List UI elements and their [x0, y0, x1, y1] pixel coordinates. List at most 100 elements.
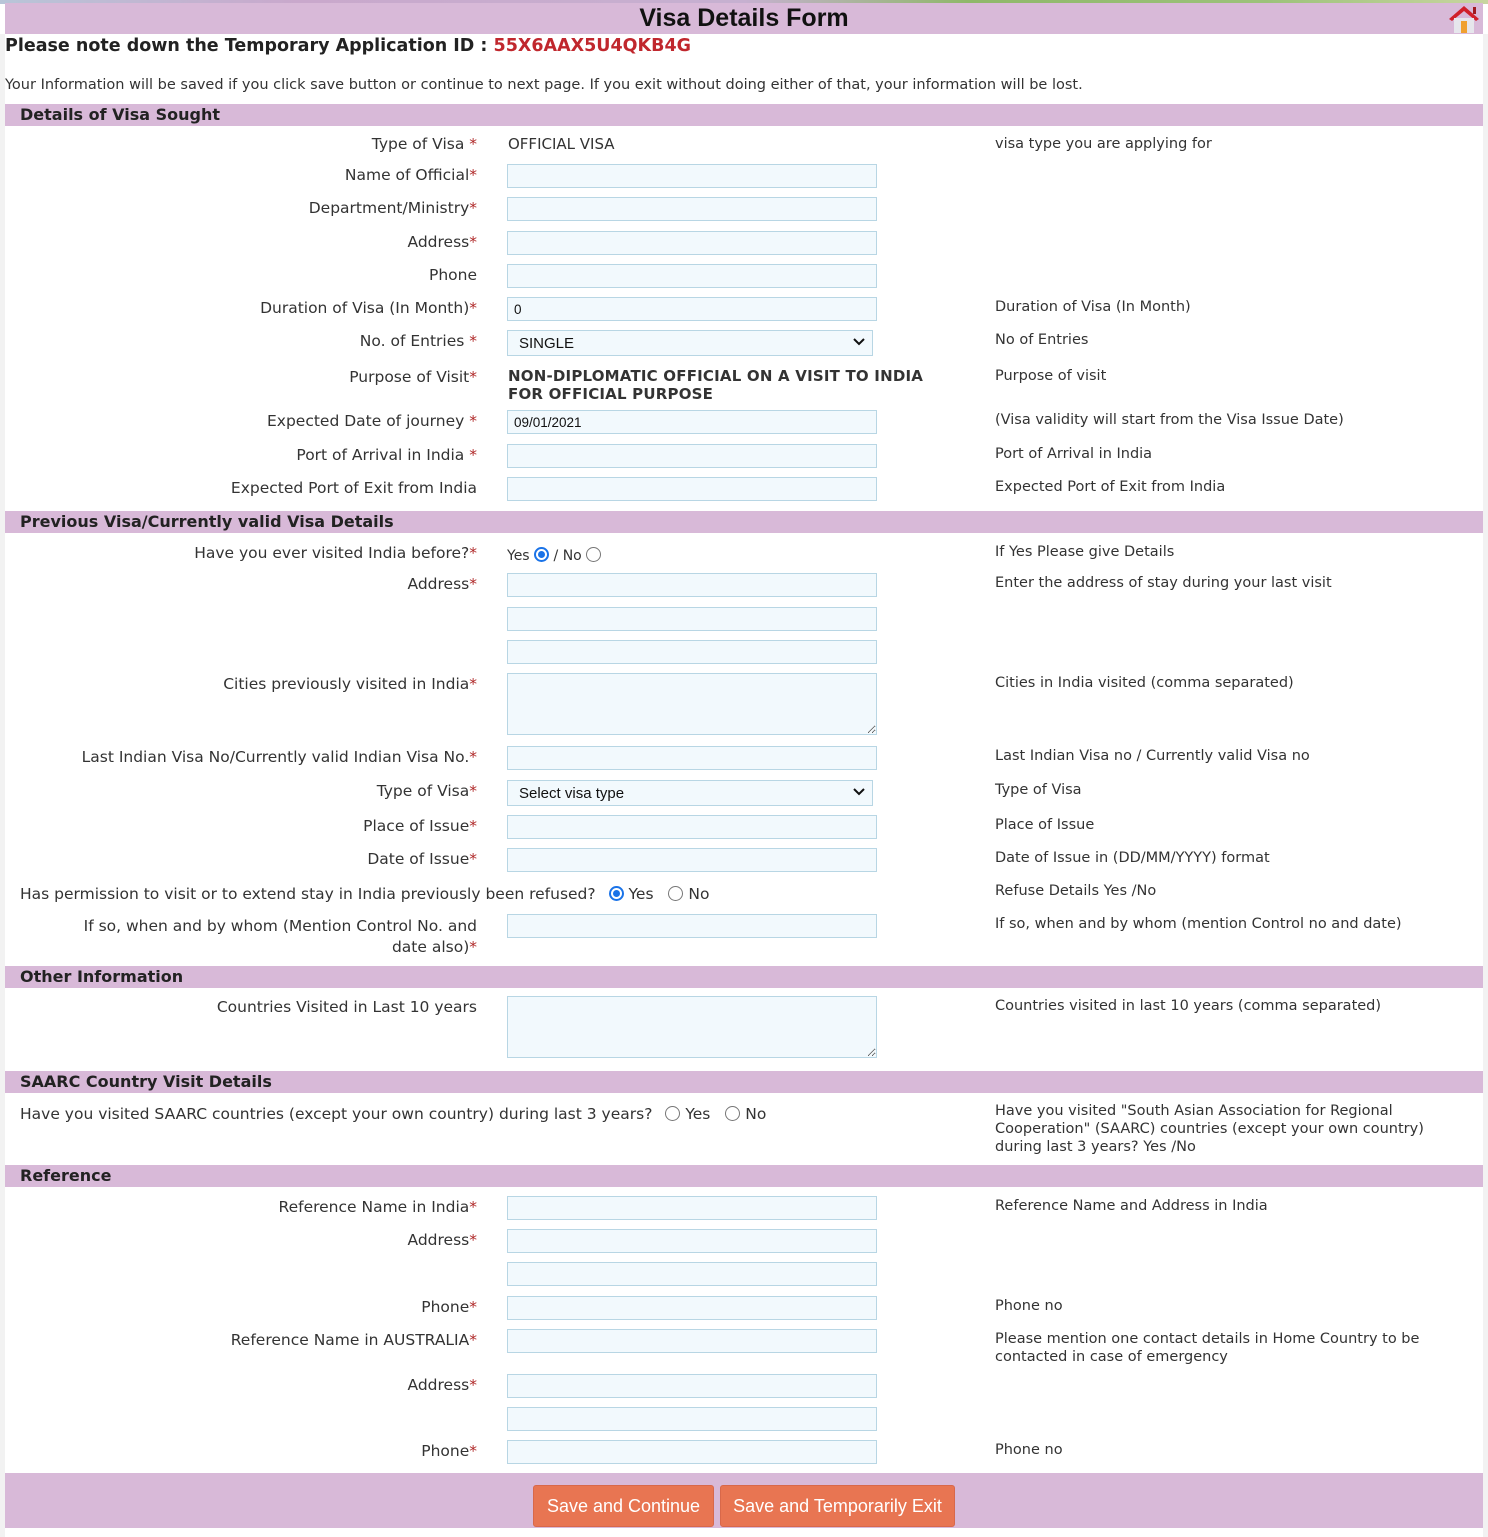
port-exit-input[interactable]	[507, 477, 877, 501]
cities-label: Cities previously visited in India*	[223, 675, 477, 693]
ref-india-phone-label: Phone*	[421, 1298, 477, 1316]
app-id-value: 55X6AAX5U4QKB4G	[493, 36, 691, 56]
saarc-yes-radio[interactable]	[665, 1106, 681, 1121]
ref-india-phone-hint: Phone no	[995, 1298, 1063, 1314]
app-id-label: Please note down the Temporary Applicati…	[5, 36, 488, 56]
ref-india-address-line1-input[interactable]	[507, 1229, 877, 1253]
refused-row: Has permission to visit or to extend sta…	[20, 885, 710, 903]
refused-yes-radio[interactable]	[608, 886, 624, 901]
section-reference: Reference	[5, 1165, 1483, 1187]
section-saarc: SAARC Country Visit Details	[5, 1071, 1483, 1093]
ref-india-address-line2-input[interactable]	[507, 1262, 877, 1286]
prev-address-label: Address*	[407, 575, 477, 593]
journey-date-label: Expected Date of journey *	[266, 412, 477, 430]
title-bar: Visa Details Form	[5, 3, 1483, 34]
entries-selected-value: SINGLE	[519, 335, 575, 352]
type-of-visa-hint: visa type you are applying for	[995, 136, 1212, 152]
ref-india-name-hint: Reference Name and Address in India	[995, 1198, 1268, 1214]
section-previous-visa: Previous Visa/Currently valid Visa Detai…	[5, 511, 1483, 533]
ref-home-phone-input[interactable]	[507, 1440, 877, 1464]
prev-visa-type-hint: Type of Visa	[995, 782, 1082, 798]
saarc-no-radio[interactable]	[725, 1106, 741, 1121]
saarc-no-label: No	[745, 1105, 767, 1123]
phone-input[interactable]	[507, 264, 877, 288]
ref-home-address-line2-input[interactable]	[507, 1407, 877, 1431]
prev-address-hint: Enter the address of stay during your la…	[995, 575, 1332, 591]
countries-label: Countries Visited in Last 10 years	[216, 998, 477, 1016]
visited-before-yes-label: Yes	[507, 548, 530, 564]
address-input[interactable]	[507, 231, 877, 255]
refused-details-hint: If so, when and by whom (mention Control…	[995, 916, 1402, 932]
cities-textarea[interactable]	[507, 673, 877, 735]
refused-hint: Refuse Details Yes /No	[995, 883, 1157, 899]
visited-before-no-radio[interactable]	[586, 547, 602, 562]
prev-address-line3-input[interactable]	[507, 640, 877, 664]
place-of-issue-input[interactable]	[507, 815, 877, 839]
temporary-application-id: Please note down the Temporary Applicati…	[5, 36, 691, 56]
entries-label: No. of Entries *	[359, 332, 477, 350]
saarc-question-label: Have you visited SAARC countries (except…	[20, 1105, 653, 1123]
ref-india-phone-input[interactable]	[507, 1296, 877, 1320]
duration-input[interactable]	[507, 297, 877, 321]
duration-label: Duration of Visa (In Month)*	[260, 299, 477, 317]
refused-details-label: If so, when and by whom (Mention Control…	[83, 917, 477, 956]
journey-date-hint: (Visa validity will start from the Visa …	[995, 412, 1344, 428]
prev-visa-type-select[interactable]: Select visa type	[507, 780, 873, 806]
countries-textarea[interactable]	[507, 996, 877, 1058]
date-of-issue-input[interactable]	[507, 848, 877, 872]
page-right-border	[1483, 34, 1488, 1537]
save-and-exit-button[interactable]: Save and Temporarily Exit	[720, 1485, 955, 1527]
last-visa-no-input[interactable]	[507, 746, 877, 770]
refused-label: Has permission to visit or to extend sta…	[20, 885, 596, 903]
name-of-official-input[interactable]	[507, 164, 877, 188]
refused-details-input[interactable]	[507, 914, 877, 938]
date-of-issue-hint: Date of Issue in (DD/MM/YYYY) format	[995, 850, 1270, 866]
ref-home-address-label: Address*	[407, 1376, 477, 1394]
phone-label: Phone	[428, 266, 477, 284]
refused-no-label: No	[688, 885, 710, 903]
type-of-visa-label: Type of Visa *	[371, 135, 477, 153]
chevron-down-icon	[853, 338, 865, 346]
port-exit-label: Expected Port of Exit from India	[230, 479, 477, 497]
purpose-value: NON-DIPLOMATIC OFFICIAL ON A VISIT TO IN…	[508, 367, 924, 403]
ref-home-name-input[interactable]	[507, 1329, 877, 1353]
save-info-text: Your Information will be saved if you cl…	[5, 77, 1083, 93]
countries-hint: Countries visited in last 10 years (comm…	[995, 998, 1382, 1014]
section-other-information: Other Information	[5, 966, 1483, 988]
type-of-visa-value: OFFICIAL VISA	[508, 135, 615, 153]
ref-home-phone-label: Phone*	[421, 1442, 477, 1460]
port-arrival-input[interactable]	[507, 444, 877, 468]
prev-address-line1-input[interactable]	[507, 573, 877, 597]
date-of-issue-label: Date of Issue*	[367, 850, 477, 868]
visited-before-separator: /	[553, 548, 563, 564]
journey-date-input[interactable]	[507, 410, 877, 434]
address-label: Address*	[407, 233, 477, 251]
save-and-continue-button[interactable]: Save and Continue	[533, 1485, 714, 1527]
department-input[interactable]	[507, 197, 877, 221]
visited-before-yes-radio[interactable]	[534, 547, 550, 562]
page-left-border	[0, 34, 5, 1537]
visited-before-radio-group: Yes / No	[507, 547, 602, 564]
saarc-hint: Have you visited "South Asian Associatio…	[995, 1103, 1424, 1155]
entries-hint: No of Entries	[995, 332, 1089, 348]
prev-visa-type-label: Type of Visa*	[376, 782, 477, 800]
prev-address-line2-input[interactable]	[507, 607, 877, 631]
saarc-yes-label: Yes	[685, 1105, 711, 1123]
port-exit-hint: Expected Port of Exit from India	[995, 479, 1226, 495]
duration-hint: Duration of Visa (In Month)	[995, 299, 1191, 315]
ref-india-address-label: Address*	[407, 1231, 477, 1249]
section-visa-sought: Details of Visa Sought	[5, 104, 1483, 126]
entries-select[interactable]: SINGLE	[507, 330, 873, 356]
refused-no-radio[interactable]	[668, 886, 684, 901]
saarc-row: Have you visited SAARC countries (except…	[20, 1105, 766, 1123]
ref-india-name-input[interactable]	[507, 1196, 877, 1220]
ref-home-name-hint: Please mention one contact details in Ho…	[995, 1331, 1420, 1365]
ref-home-name-label: Reference Name in AUSTRALIA*	[230, 1331, 477, 1349]
port-arrival-label: Port of Arrival in India *	[296, 446, 477, 464]
chevron-down-icon	[853, 788, 865, 796]
home-icon[interactable]	[1448, 4, 1480, 34]
name-of-official-label: Name of Official*	[344, 166, 477, 184]
place-of-issue-label: Place of Issue*	[363, 817, 477, 835]
ref-home-address-line1-input[interactable]	[507, 1374, 877, 1398]
department-label: Department/Ministry*	[308, 199, 477, 217]
